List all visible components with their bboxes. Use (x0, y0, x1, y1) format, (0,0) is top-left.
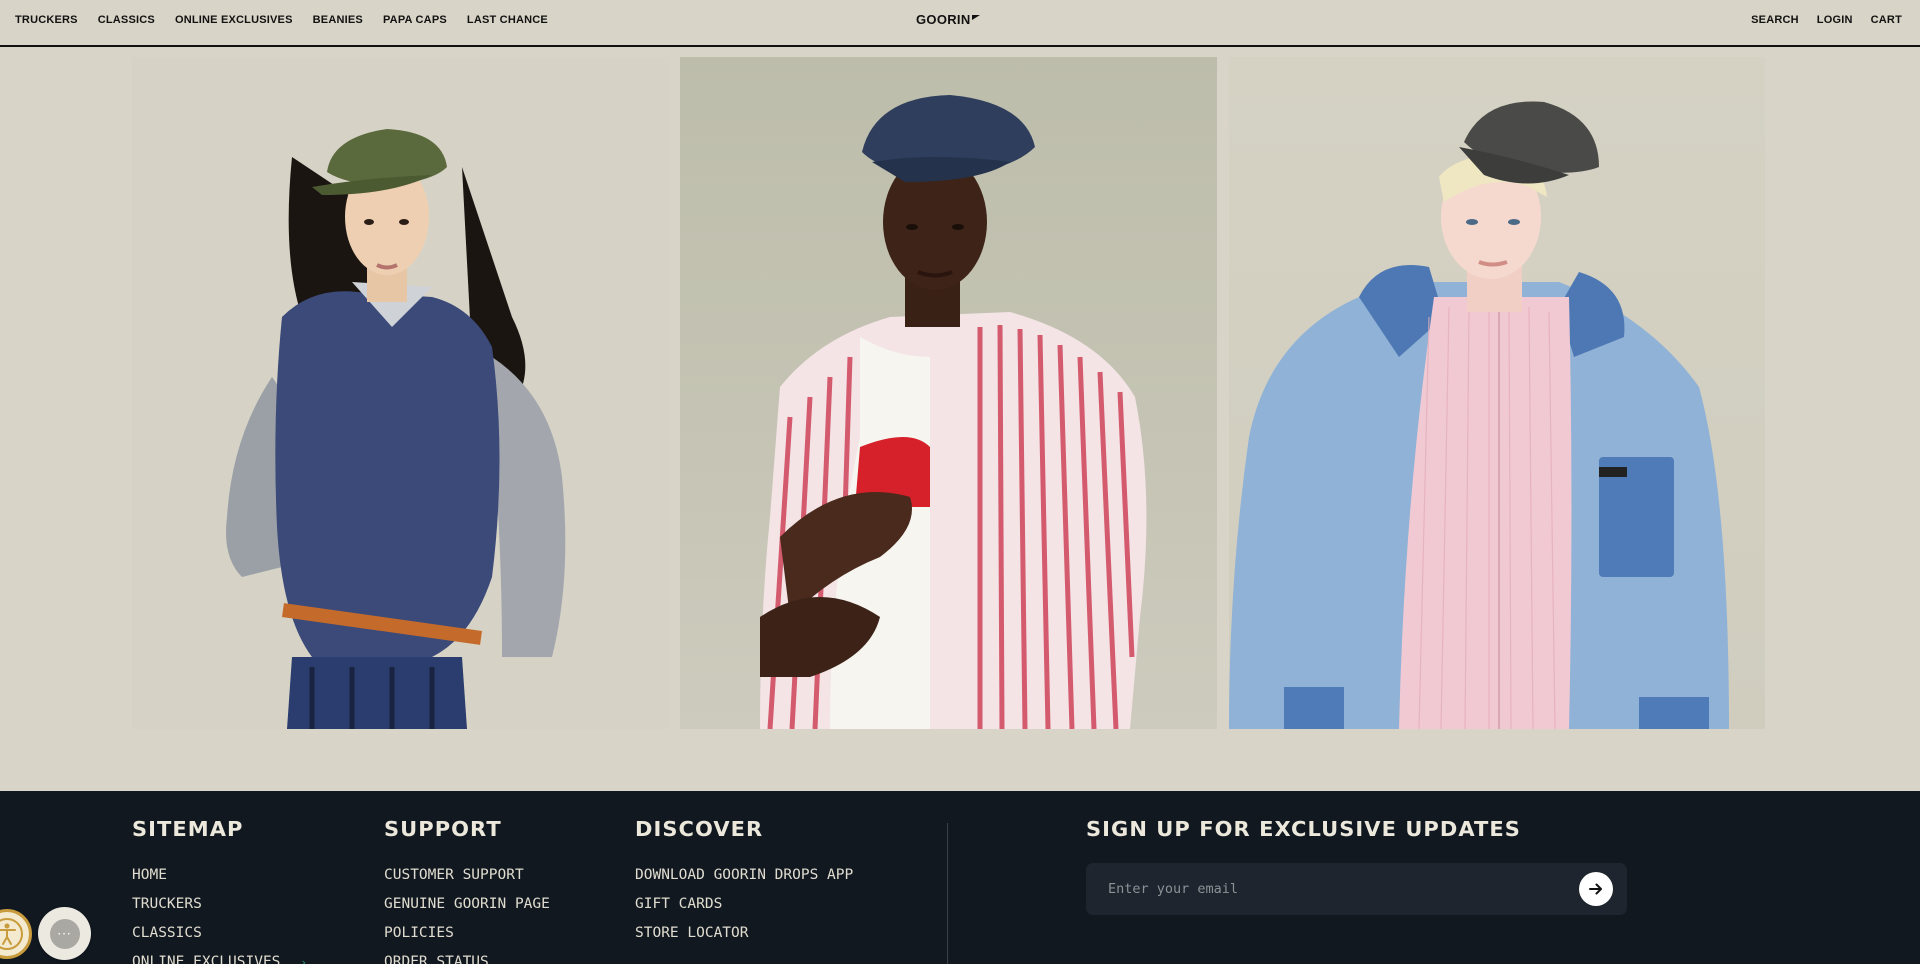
model-image-olive-cap (226, 129, 566, 729)
support-heading: SUPPORT (384, 817, 502, 841)
sitemap-link-classics[interactable]: CLASSICS (132, 924, 307, 943)
sitemap-link-truckers[interactable]: TRUCKERS (132, 895, 307, 914)
nav-last-chance[interactable]: LAST CHANCE (467, 14, 548, 26)
login-link[interactable]: LOGIN (1817, 14, 1853, 26)
sitemap-heading: SITEMAP (132, 817, 244, 841)
nav-truckers[interactable]: TRUCKERS (15, 14, 78, 26)
product-image-3[interactable] (1229, 57, 1765, 729)
discover-heading: DISCOVER (635, 817, 764, 841)
support-link-customer-support[interactable]: CUSTOMER SUPPORT (384, 866, 550, 885)
arrow-right-icon (1589, 883, 1602, 895)
model-image-charcoal-cap (1229, 101, 1729, 729)
nav-papa-caps[interactable]: PAPA CAPS (383, 14, 447, 26)
logo[interactable]: GOORIN (916, 12, 980, 27)
discover-link-store-locator[interactable]: STORE LOCATOR (635, 924, 853, 943)
support-link-order-status[interactable]: ORDER STATUS (384, 953, 550, 964)
utility-nav: SEARCH LOGIN CART (1751, 14, 1902, 26)
footer-divider (947, 823, 948, 964)
sitemap-link-home[interactable]: HOME (132, 866, 307, 885)
logo-text: GOORIN (916, 12, 971, 27)
discover-list: DOWNLOAD GOORIN DROPS APP GIFT CARDS STO… (635, 866, 853, 953)
product-image-1[interactable] (132, 57, 669, 729)
chat-icon: ··· (49, 918, 80, 949)
logo-flag-icon (971, 15, 980, 20)
search-link[interactable]: SEARCH (1751, 14, 1799, 26)
signup-heading: SIGN UP FOR EXCLUSIVE UPDATES (1086, 817, 1521, 841)
main-nav: TRUCKERS CLASSICS ONLINE EXCLUSIVES BEAN… (15, 14, 548, 26)
site-header: TRUCKERS CLASSICS ONLINE EXCLUSIVES BEAN… (0, 0, 1920, 47)
sitemap-link-online-exclusives-label: ONLINE EXCLUSIVES (132, 954, 281, 964)
sitemap-link-online-exclusives[interactable]: ONLINE EXCLUSIVES › (132, 953, 307, 964)
support-list: CUSTOMER SUPPORT GENUINE GOORIN PAGE POL… (384, 866, 550, 964)
support-link-genuine-goorin[interactable]: GENUINE GOORIN PAGE (384, 895, 550, 914)
discover-link-app[interactable]: DOWNLOAD GOORIN DROPS APP (635, 866, 853, 885)
nav-beanies[interactable]: BEANIES (313, 14, 363, 26)
expand-arrow-icon: › (300, 956, 308, 964)
email-signup-form (1086, 863, 1627, 915)
model-image-navy-cap (760, 95, 1147, 729)
support-link-policies[interactable]: POLICIES (384, 924, 550, 943)
accessibility-icon (0, 918, 23, 950)
sitemap-list: HOME TRUCKERS CLASSICS ONLINE EXCLUSIVES… (132, 866, 307, 964)
email-input[interactable] (1108, 878, 1548, 900)
chat-button[interactable]: ··· (38, 907, 91, 960)
nav-classics[interactable]: CLASSICS (98, 14, 155, 26)
site-footer: SITEMAP HOME TRUCKERS CLASSICS ONLINE EX… (0, 791, 1920, 964)
discover-link-gift-cards[interactable]: GIFT CARDS (635, 895, 853, 914)
nav-online-exclusives[interactable]: ONLINE EXCLUSIVES (175, 14, 293, 26)
cart-link[interactable]: CART (1871, 14, 1902, 26)
email-submit-button[interactable] (1579, 872, 1613, 906)
product-image-2[interactable] (680, 57, 1217, 729)
